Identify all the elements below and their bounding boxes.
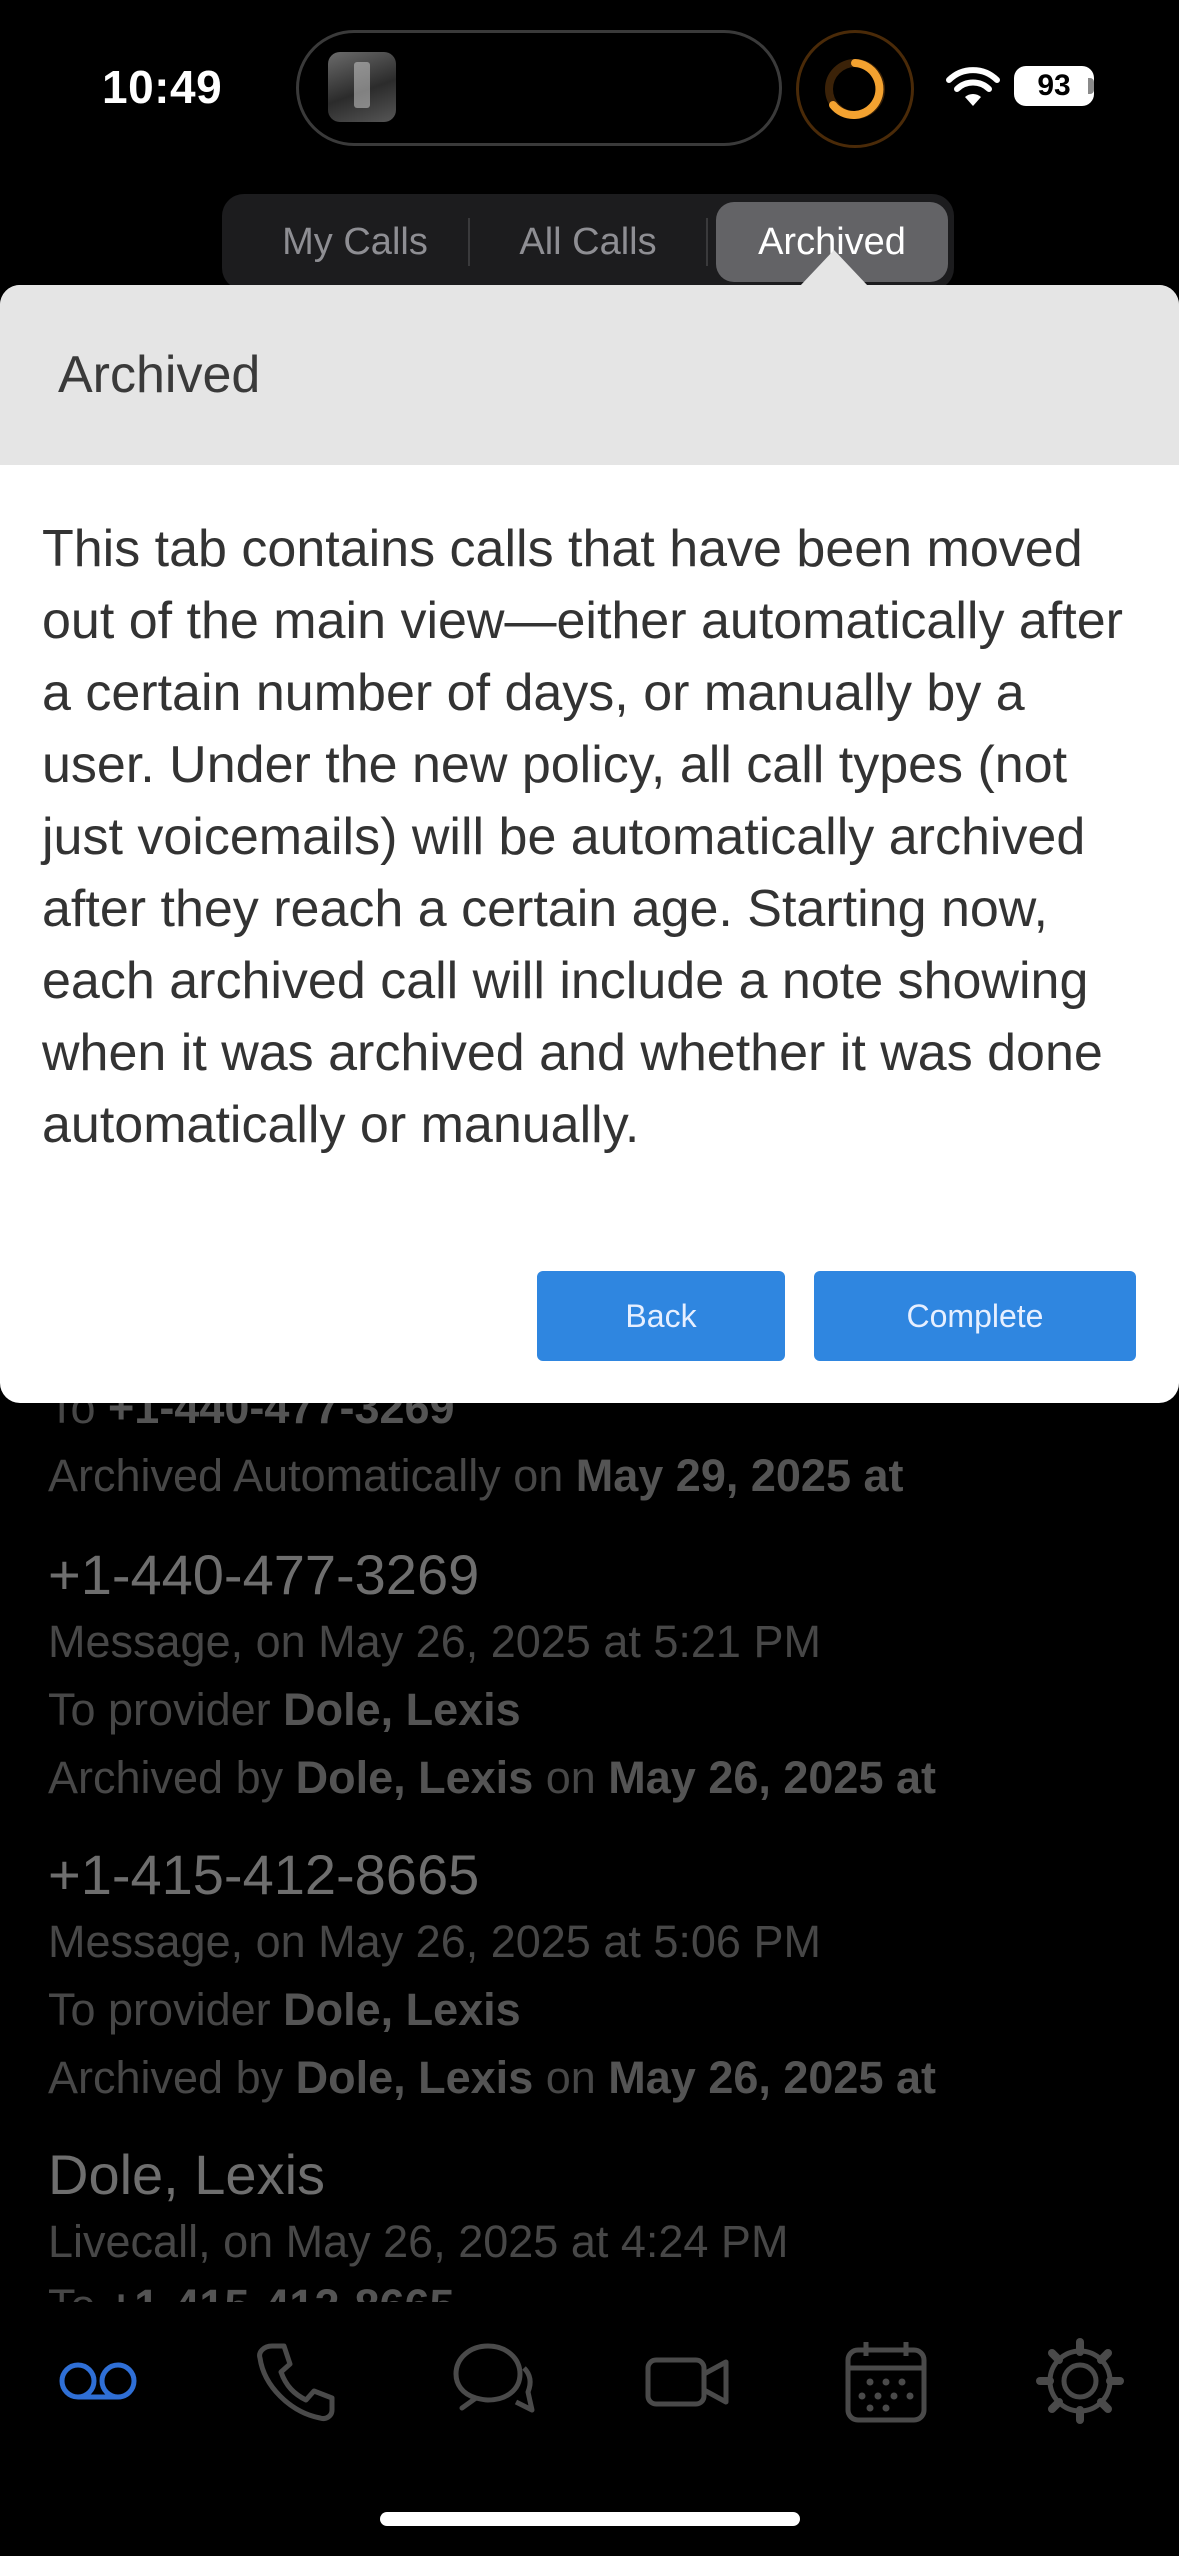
- chat-icon[interactable]: [446, 2336, 538, 2426]
- call-archived-note: Archived by Dole, Lexis on May 26, 2025 …: [48, 2052, 937, 2103]
- calendar-icon[interactable]: [840, 2336, 932, 2426]
- archived-info-popover: Archived This tab contains calls that ha…: [0, 285, 1179, 1403]
- wifi-icon: [946, 67, 1000, 106]
- call-recipient: To provider Dole, Lexis: [48, 1984, 521, 2035]
- voicemail-icon[interactable]: [52, 2336, 144, 2426]
- call-recipient: To +1-415-412-8665: [48, 2280, 455, 2302]
- call-recipient: To provider Dole, Lexis: [48, 1684, 521, 1735]
- popover-header: Archived: [0, 285, 1179, 465]
- popover-arrow: [800, 250, 868, 286]
- home-indicator[interactable]: [380, 2512, 800, 2526]
- call-archived-note: Archived by Dole, Lexis on May 26, 2025 …: [48, 1752, 937, 1803]
- complete-button[interactable]: Complete: [814, 1271, 1136, 1361]
- tab-all-calls[interactable]: All Calls: [468, 194, 708, 290]
- call-title[interactable]: Dole, Lexis: [48, 2142, 325, 2207]
- status-time: 10:49: [102, 61, 223, 113]
- back-button[interactable]: Back: [537, 1271, 785, 1361]
- battery-icon: 93: [1014, 66, 1094, 106]
- phone-icon[interactable]: [248, 2336, 340, 2426]
- settings-icon[interactable]: [1034, 2336, 1126, 2426]
- now-playing-artwork[interactable]: [328, 52, 396, 122]
- tab-my-calls[interactable]: My Calls: [232, 194, 478, 290]
- popover-title: Archived: [58, 346, 261, 404]
- call-title[interactable]: +1-415-412-8665: [48, 1842, 479, 1907]
- call-detail: Livecall, on May 26, 2025 at 4:24 PM: [48, 2216, 789, 2267]
- timer-icon[interactable]: [796, 30, 914, 148]
- battery-tip: [1088, 78, 1094, 94]
- list-item-partial-archived: Archived Automatically on May 29, 2025 a…: [48, 1450, 904, 1501]
- video-icon[interactable]: [642, 2336, 734, 2426]
- call-detail: Message, on May 26, 2025 at 5:06 PM: [48, 1916, 821, 1967]
- popover-body-text: This tab contains calls that have been m…: [42, 520, 1123, 1154]
- call-detail: Message, on May 26, 2025 at 5:21 PM: [48, 1616, 821, 1667]
- segment-divider: [706, 218, 708, 266]
- call-title[interactable]: +1-440-477-3269: [48, 1542, 479, 1607]
- archived-call-list: To +1-440-477-3269 Archived Automaticall…: [0, 1390, 1179, 2302]
